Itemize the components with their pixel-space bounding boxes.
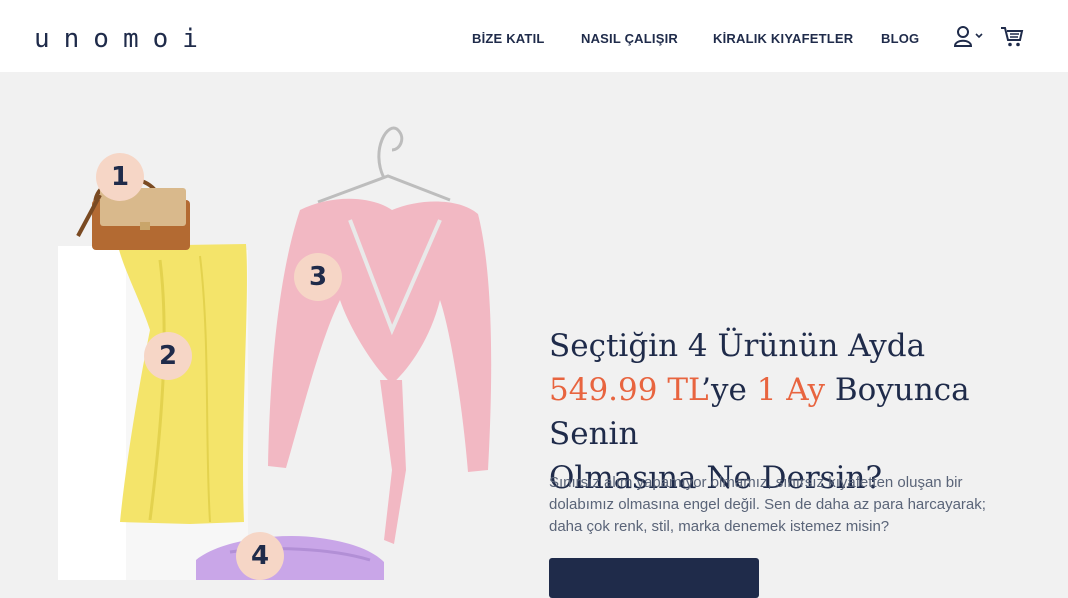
duration-text: 1 Ay bbox=[756, 372, 825, 408]
cta-button[interactable] bbox=[549, 558, 759, 598]
lilac-shirt-image bbox=[196, 536, 384, 580]
headline-line-1: Seçtiğin 4 Ürünün Ayda bbox=[549, 328, 926, 364]
headline-line-2: 549.99 TL’ye 1 Ay Boyunca Senin bbox=[549, 368, 1049, 456]
hanger-image bbox=[317, 126, 451, 204]
item-number-badge: 4 bbox=[236, 532, 284, 580]
yellow-scarf-image bbox=[118, 244, 247, 524]
item-number-badge: 2 bbox=[144, 332, 192, 380]
floral-blouse-image bbox=[268, 198, 492, 544]
price-text: 549.99 TL bbox=[549, 372, 702, 408]
item-number-badge: 3 bbox=[294, 253, 342, 301]
item-number-badge: 1 bbox=[96, 153, 144, 201]
headline-suffix: ’ye bbox=[701, 372, 757, 408]
hero-description: Sınırsız alım yapamıyor olmamız, sınırsı… bbox=[549, 474, 986, 535]
